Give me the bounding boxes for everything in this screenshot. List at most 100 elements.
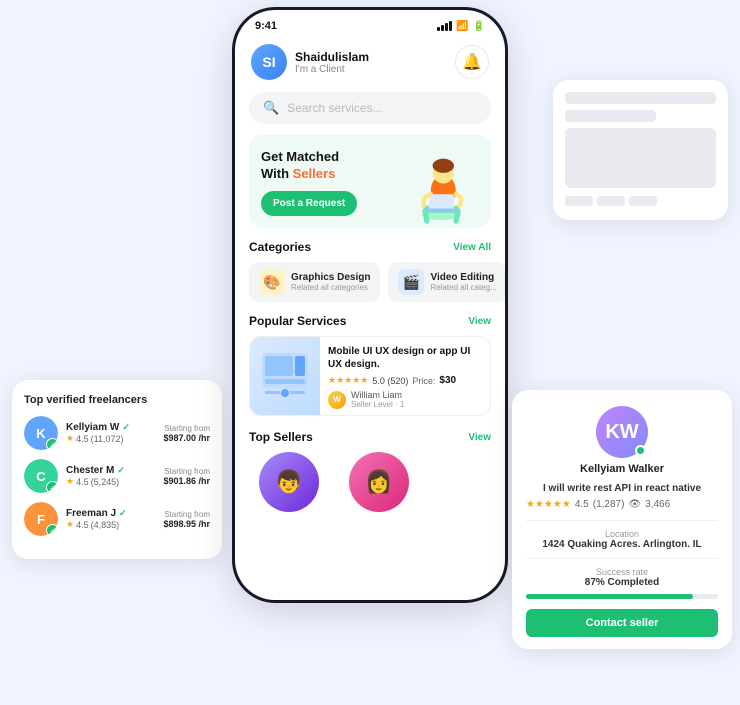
popular-services-title: Popular Services: [249, 314, 346, 328]
seller-avatar-wrap: KW Kellyiam Walker: [526, 406, 718, 475]
wireframe-dots: [565, 196, 716, 206]
banner-figure: [404, 148, 479, 228]
freelancer-info: Kellyiam W ✓ ★ 4.5 (11,072): [66, 422, 155, 444]
post-request-button[interactable]: Post a Request: [261, 191, 357, 216]
categories-section-header: Categories View All: [235, 240, 505, 262]
freelancers-card-title: Top verified freelancers: [24, 394, 210, 406]
search-bar[interactable]: 🔍 Search services...: [249, 92, 491, 124]
signal-bar: [445, 23, 448, 31]
category-graphics-design[interactable]: 🎨 Graphics Design Related all categories: [249, 262, 380, 302]
service-seller: W William Liam Seller Level · 1: [328, 390, 482, 409]
seller-card-avatar: 👩: [349, 452, 409, 512]
video-editing-icon: 🎬: [398, 269, 424, 295]
freelancer-rating: ★ 4.5 (4,835): [66, 519, 155, 530]
status-bar: 9:41 📶 🔋: [235, 10, 505, 36]
online-indicator: [635, 445, 646, 456]
wireframe-bar: [565, 110, 656, 122]
user-avatar: SI: [251, 44, 287, 80]
service-price: $30: [439, 375, 456, 386]
divider: [526, 558, 718, 559]
app-header: SI Shaidulislam I'm a Client 🔔: [235, 36, 505, 86]
freelancer-item[interactable]: F ✓ Freeman J ✓ ★ 4.5 (4,835) Starting f…: [24, 502, 210, 536]
banner-illustration: [404, 148, 479, 228]
service-title: Mobile UI UX design or app UI UX design.: [328, 345, 482, 371]
category-label: Video Editing: [430, 272, 496, 283]
freelancer-info: Chester M ✓ ★ 4.5 (5,245): [66, 465, 155, 487]
progress-bar-fill: [526, 594, 693, 599]
service-meta: ★★★★★ 5.0 (520) Price: $30: [328, 375, 482, 386]
stars-icon: ★★★★★: [526, 499, 571, 510]
wifi-icon: 📶: [456, 21, 468, 32]
verified-badge: ✓: [46, 438, 58, 450]
seller-name: Kellyiam Walker: [580, 463, 664, 475]
star-icon: ★: [66, 433, 74, 444]
freelancer-avatar: C ✓: [24, 459, 58, 493]
divider: [526, 520, 718, 521]
freelancer-item[interactable]: K ✓ Kellyiam W ✓ ★ 4.5 (11,072) Starting…: [24, 416, 210, 450]
seller-card[interactable]: 👩: [339, 452, 419, 516]
category-info: Graphics Design Related all categories: [291, 272, 370, 292]
phone-frame: 9:41 📶 🔋 SI Shaidulislam I'm a Client 🔔: [235, 10, 505, 600]
banner-card: Get Matched With Sellers Post a Request: [249, 134, 491, 228]
freelancer-avatar: F ✓: [24, 502, 58, 536]
seller-card[interactable]: 👦: [249, 452, 329, 516]
notification-button[interactable]: 🔔: [455, 45, 489, 79]
categories-title: Categories: [249, 240, 311, 254]
seller-mini-info: William Liam Seller Level · 1: [351, 390, 404, 409]
service-stars: ★★★★★: [328, 375, 368, 386]
user-name: Shaidulislam: [295, 50, 369, 64]
seller-profile-card: KW Kellyiam Walker I will write rest API…: [512, 390, 732, 649]
top-sellers-view-all[interactable]: View: [468, 432, 491, 443]
seller-mini-avatar: W: [328, 391, 346, 409]
freelancer-avatar: K ✓: [24, 416, 58, 450]
freelancer-rating: ★ 4.5 (11,072): [66, 433, 155, 444]
progress-bar-wrap: [526, 594, 718, 599]
check-icon: ✓: [122, 422, 130, 433]
location-label: Location: [526, 529, 718, 539]
seller-location: 1424 Quaking Acres. Arlington. IL: [526, 539, 718, 550]
category-label: Graphics Design: [291, 272, 370, 283]
service-card[interactable]: Mobile UI UX design or app UI UX design.…: [249, 336, 491, 416]
top-sellers-header: Top Sellers View: [235, 426, 505, 452]
banner-text: Get Matched With Sellers Post a Request: [261, 149, 404, 228]
signal-bar: [441, 25, 444, 31]
user-info: SI Shaidulislam I'm a Client: [251, 44, 369, 80]
status-icons: 📶 🔋: [437, 21, 485, 32]
freelancer-rating: ★ 4.5 (5,245): [66, 476, 155, 487]
search-icon: 🔍: [263, 100, 279, 116]
categories-view-all[interactable]: View All: [453, 242, 491, 253]
top-sellers-title: Top Sellers: [249, 430, 313, 444]
wireframe-card: [553, 80, 728, 220]
freelancer-price: Starting from $898.95 /hr: [163, 510, 210, 529]
wireframe-image: [565, 128, 716, 188]
seller-avatar: KW: [596, 406, 648, 458]
status-time: 9:41: [255, 20, 277, 32]
service-info: Mobile UI UX design or app UI UX design.…: [320, 337, 490, 415]
signal-bars: [437, 21, 452, 31]
freelancer-item[interactable]: C ✓ Chester M ✓ ★ 4.5 (5,245) Starting f…: [24, 459, 210, 493]
success-value: 87% Completed: [526, 577, 718, 588]
phone-content: SI Shaidulislam I'm a Client 🔔 🔍 Search …: [235, 36, 505, 600]
category-sub: Related all categories: [291, 283, 370, 292]
verified-badge: ✓: [46, 481, 58, 493]
category-sub: Related all categ...: [430, 283, 496, 292]
popular-services-header: Popular Services View: [235, 314, 505, 336]
category-video-editing[interactable]: 🎬 Video Editing Related all categ...: [388, 262, 505, 302]
freelancer-price: Starting from $987.00 /hr: [163, 424, 210, 443]
wireframe-dot: [565, 196, 593, 206]
contact-seller-button[interactable]: Contact seller: [526, 609, 718, 637]
seller-rating-row: ★★★★★ 4.5 (1,287) 👁 3,466: [526, 499, 718, 510]
wireframe-dot: [597, 196, 625, 206]
seller-tagline: I will write rest API in react native: [526, 483, 718, 494]
signal-bar: [449, 21, 452, 31]
user-role: I'm a Client: [295, 64, 369, 75]
signal-bar: [437, 27, 440, 31]
check-icon: ✓: [119, 508, 127, 519]
popular-services-view-all[interactable]: View: [468, 316, 491, 327]
service-thumbnail: [250, 337, 320, 415]
verified-badge: ✓: [46, 524, 58, 536]
freelancer-price: Starting from $901.86 /hr: [163, 467, 210, 486]
seller-mini-level: Seller Level · 1: [351, 400, 404, 409]
star-icon: ★: [66, 476, 74, 487]
freelancers-card: Top verified freelancers K ✓ Kellyiam W …: [12, 380, 222, 559]
